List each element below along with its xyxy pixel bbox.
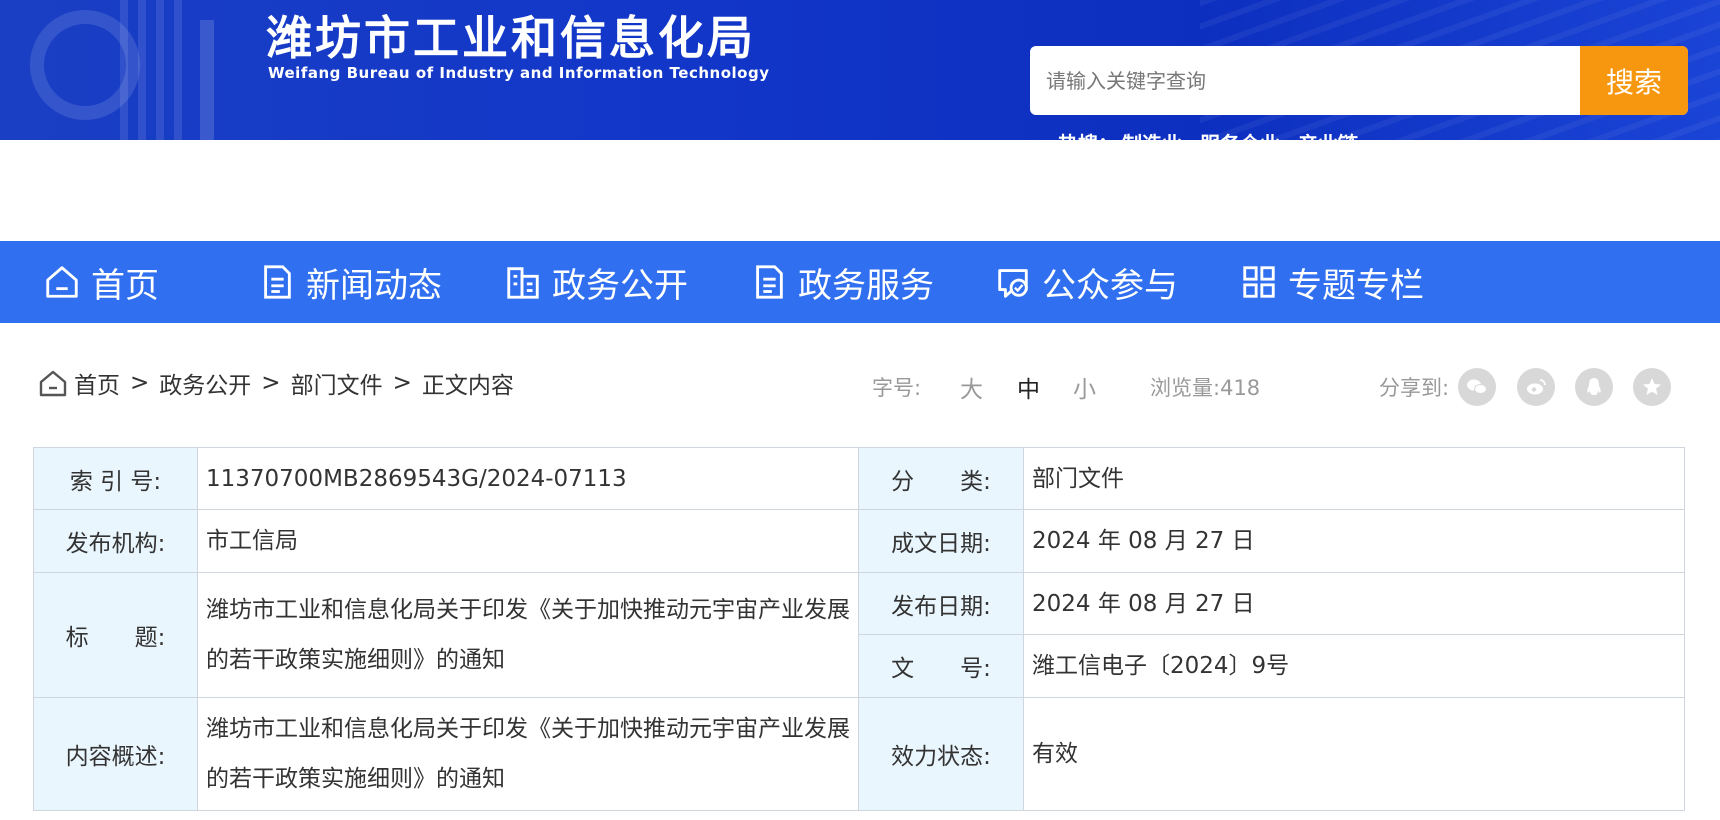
breadcrumb-dept-files[interactable]: 部门文件 xyxy=(291,366,383,400)
doc-number-label: 文 号: xyxy=(858,634,1024,698)
banner-decoration xyxy=(200,20,214,140)
publish-date-value: 2024 年 08 月 27 日 xyxy=(1023,572,1685,635)
breadcrumb-current: 正文内容 xyxy=(421,373,514,399)
search-box: 搜索 xyxy=(1030,46,1688,115)
hot-search-label: 热搜： xyxy=(1058,132,1118,140)
table-row: 内容概述: 潍坊市工业和信息化局关于印发《关于加快推动元宇宙产业发展的若干政策实… xyxy=(33,697,1685,811)
written-date-label: 成文日期: xyxy=(858,509,1024,573)
font-size-medium-button[interactable]: 中 xyxy=(1017,370,1040,404)
nav-item-label: 新闻动态 xyxy=(306,265,442,306)
hot-search-item[interactable]: 产业链 xyxy=(1298,132,1358,140)
publish-date-label: 发布日期: xyxy=(858,572,1024,635)
wechat-icon[interactable] xyxy=(1458,368,1496,406)
font-size-label: 字号: xyxy=(872,376,922,400)
nav-item-label: 专题专栏 xyxy=(1288,265,1424,306)
validity-value: 有效 xyxy=(1023,697,1685,811)
chat-check-icon xyxy=(998,269,1028,298)
hot-search-item[interactable]: 制造业 xyxy=(1122,132,1182,140)
breadcrumb: 首页 > 政务公开 > 部门文件 > 正文内容 xyxy=(38,366,514,400)
validity-label: 效力状态: xyxy=(858,697,1024,811)
index-value: 11370700MB2869543G/2024-07113 xyxy=(197,447,859,510)
font-size-small-button[interactable]: 小 xyxy=(1073,370,1096,404)
hot-search: 热搜： 制造业 服务企业 产业链 xyxy=(1058,128,1376,140)
nav-item-label: 政务服务 xyxy=(798,265,934,306)
publisher-value: 市工信局 xyxy=(197,509,859,573)
view-count: 浏览量:418 xyxy=(1150,372,1260,402)
category-value: 部门文件 xyxy=(1023,447,1685,510)
main-nav: 首页 新闻动态 政务公开 政务服务 公众参与 专题专栏 xyxy=(0,241,1720,323)
summary-label: 内容概述: xyxy=(33,697,198,811)
home-icon xyxy=(39,370,67,397)
nav-item-home[interactable]: 首页 xyxy=(43,241,159,323)
doc-number-value: 潍工信电子〔2024〕9号 xyxy=(1023,634,1685,698)
site-title: 潍坊市工业和信息化局 xyxy=(266,11,756,65)
breadcrumb-separator: > xyxy=(392,370,412,396)
nav-item-news[interactable]: 新闻动态 xyxy=(258,241,442,323)
table-row: 索 引 号: 11370700MB2869543G/2024-07113 分 类… xyxy=(33,447,1685,510)
publisher-label: 发布机构: xyxy=(33,509,198,573)
building-icon xyxy=(507,267,539,299)
table-row: 发布机构: 市工信局 成文日期: 2024 年 08 月 27 日 xyxy=(33,509,1685,573)
nav-item-gov-services[interactable]: 政务服务 xyxy=(750,241,934,323)
nav-item-public-participation[interactable]: 公众参与 xyxy=(994,241,1178,323)
breadcrumb-separator: > xyxy=(130,370,150,396)
summary-value: 潍坊市工业和信息化局关于印发《关于加快推动元宇宙产业发展的若干政策实施细则》的通… xyxy=(197,697,859,811)
document-icon xyxy=(756,265,783,299)
title-label: 标 题: xyxy=(33,572,198,698)
qq-icon[interactable] xyxy=(1575,368,1613,406)
breadcrumb-gov-affairs[interactable]: 政务公开 xyxy=(159,366,251,400)
home-icon xyxy=(46,266,78,298)
share-label: 分享到: xyxy=(1379,376,1450,400)
breadcrumb-separator: > xyxy=(261,370,281,396)
nav-item-label: 首页 xyxy=(91,265,159,306)
title-value: 潍坊市工业和信息化局关于印发《关于加快推动元宇宙产业发展的若干政策实施细则》的通… xyxy=(197,572,859,698)
grid-icon xyxy=(1243,266,1275,298)
search-input[interactable] xyxy=(1030,46,1580,115)
font-size-large-button[interactable]: 大 xyxy=(960,370,983,404)
favorite-star-icon[interactable] xyxy=(1633,368,1671,406)
hot-search-item[interactable]: 服务企业 xyxy=(1200,132,1280,140)
view-count-value: 418 xyxy=(1220,376,1261,400)
site-subtitle: Weifang Bureau of Industry and Informati… xyxy=(268,64,770,82)
header-banner: 潍坊市工业和信息化局 Weifang Bureau of Industry an… xyxy=(0,0,1720,140)
banner-decoration xyxy=(120,0,190,140)
document-info-table: 索 引 号: 11370700MB2869543G/2024-07113 分 类… xyxy=(33,447,1685,811)
nav-item-special-topics[interactable]: 专题专栏 xyxy=(1240,241,1424,323)
nav-item-gov-affairs[interactable]: 政务公开 xyxy=(504,241,688,323)
category-label: 分 类: xyxy=(858,447,1024,510)
breadcrumb-home[interactable]: 首页 xyxy=(74,366,120,400)
document-icon xyxy=(264,265,291,299)
weibo-icon[interactable] xyxy=(1517,368,1555,406)
nav-item-label: 公众参与 xyxy=(1042,265,1178,306)
written-date-value: 2024 年 08 月 27 日 xyxy=(1023,509,1685,573)
index-label: 索 引 号: xyxy=(33,447,198,510)
table-row: 标 题: 潍坊市工业和信息化局关于印发《关于加快推动元宇宙产业发展的若干政策实施… xyxy=(33,572,1685,698)
search-button[interactable]: 搜索 xyxy=(1580,46,1688,115)
nav-item-label: 政务公开 xyxy=(552,265,688,306)
view-count-label: 浏览量: xyxy=(1150,376,1221,400)
